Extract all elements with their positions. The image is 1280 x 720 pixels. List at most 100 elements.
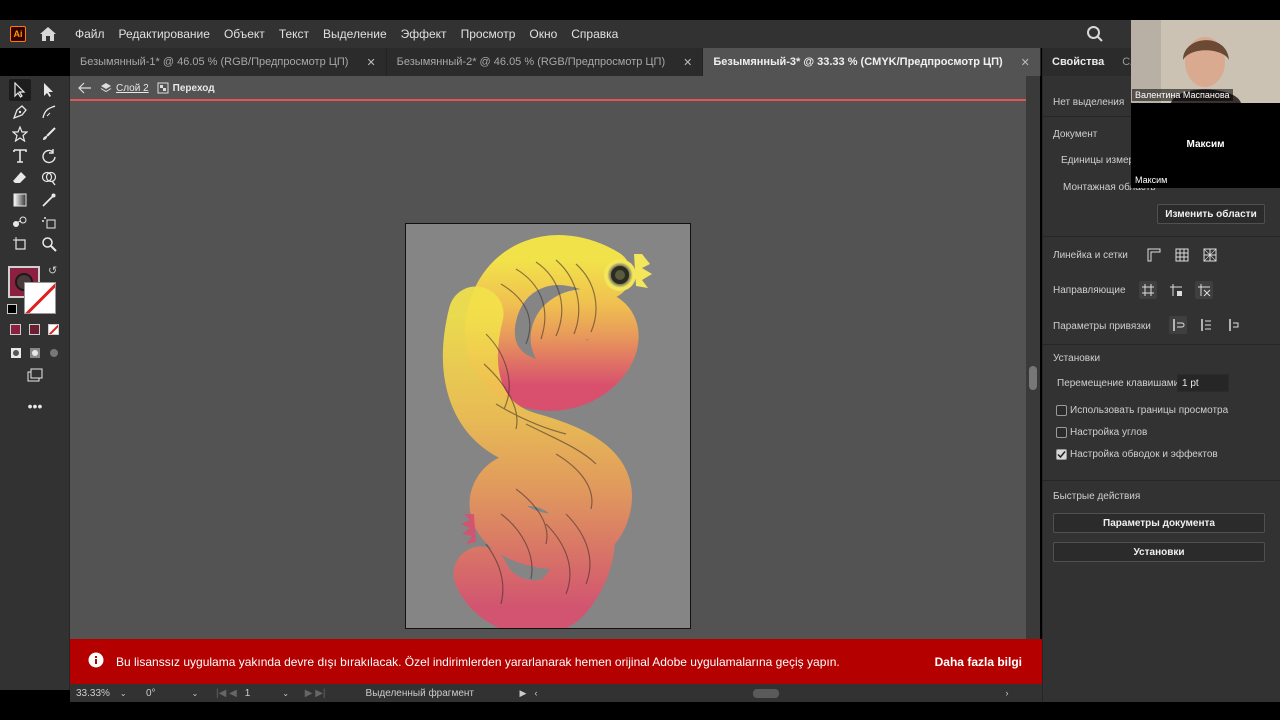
pixel-grid-icon[interactable] [1201,246,1219,264]
close-icon[interactable]: ✕ [683,56,692,69]
stroke-swatch[interactable] [24,282,56,314]
checkmark-icon [1057,451,1066,459]
pen-tool-icon[interactable] [9,101,31,123]
zoom-value: 33.33% [76,687,110,699]
window-top-bar [0,0,1280,20]
smart-guides-icon[interactable] [1195,281,1213,299]
gradient-mode-icon[interactable] [29,324,40,335]
rotate-tool-icon[interactable] [38,145,60,167]
show-guides-icon[interactable] [1139,281,1157,299]
banner-message: Bu lisanssız uygulama yakında devre dışı… [116,654,840,669]
close-icon[interactable]: ✕ [1021,56,1030,69]
menu-help[interactable]: Справка [564,20,625,48]
participant-2-name: Максим [1186,139,1225,150]
first-artboard-icon[interactable]: |◀ ◀ [216,688,237,699]
video-tile-participant-2: Максим Максим [1131,103,1280,188]
snap-to-pixel-icon[interactable] [1225,316,1243,334]
menu-select[interactable]: Выделение [316,20,394,48]
snap-to-grid-icon[interactable] [1197,316,1215,334]
app-logo: Ai [10,26,26,42]
back-arrow-icon[interactable] [78,82,92,94]
rotation-field[interactable]: 0° ⌄ [146,688,206,699]
breadcrumb-layer[interactable]: Слой 2 [100,82,149,94]
menu-window[interactable]: Окно [522,20,564,48]
type-tool-icon[interactable] [9,145,31,167]
home-icon[interactable] [38,24,58,44]
direct-selection-tool-icon[interactable] [38,79,60,101]
none-mode-icon[interactable] [48,324,59,335]
status-menu-arrow-icon[interactable]: ▶ [520,688,527,699]
edit-artboards-button[interactable]: Изменить области [1157,204,1265,224]
menu-effect[interactable]: Эффект [394,20,454,48]
color-mode-icon[interactable] [10,324,21,335]
horizontal-scroll-thumb[interactable] [753,688,780,698]
zoom-field[interactable]: 33.33% ⌄ [76,688,138,699]
rotation-value: 0° [146,687,156,699]
keyboard-increment-input[interactable]: 1 pt [1177,374,1229,392]
blend-artwork[interactable] [406,224,691,629]
blend-tool-icon[interactable] [9,211,31,233]
scroll-right-icon[interactable]: › [1005,688,1008,698]
learn-more-link[interactable]: Daha fazla bilgi [935,655,1022,669]
default-colors-icon[interactable] [7,304,17,314]
tab-document-2[interactable]: Безымянный-2* @ 46.05 % (RGB/Предпросмот… [386,48,704,76]
last-artboard-icon[interactable]: ▶ ▶| [305,688,326,699]
curvature-tool-icon[interactable] [38,101,60,123]
isolation-breadcrumb: Слой 2 Переход [70,76,1026,101]
scale-strokes-checkbox[interactable] [1056,449,1067,460]
preferences-button[interactable]: Установки [1053,542,1265,562]
menu-edit[interactable]: Редактирование [112,20,217,48]
layers-icon [100,83,112,93]
participant-2-label: Максим [1135,175,1168,185]
vertical-scrollbar[interactable] [1026,76,1040,639]
menu-file[interactable]: Файл [68,20,112,48]
menu-view[interactable]: Просмотр [454,20,523,48]
chevron-down-icon[interactable]: ⌄ [192,689,199,698]
no-selection-label: Нет выделения [1053,97,1125,108]
divider [1043,344,1280,345]
menu-type[interactable]: Текст [272,20,316,48]
search-icon[interactable] [1086,25,1104,46]
use-preview-bounds-checkbox[interactable] [1056,405,1067,416]
scrollbar-thumb[interactable] [1029,366,1037,390]
gradient-tool-icon[interactable] [9,189,31,211]
eyedropper-tool-icon[interactable] [38,189,60,211]
grid-icon[interactable] [1173,246,1191,264]
selection-tool-icon[interactable] [9,79,31,101]
artboard-tool-icon[interactable] [9,233,31,255]
close-icon[interactable]: ✕ [366,56,375,69]
swap-fill-stroke-icon[interactable]: ↺ [48,264,57,277]
canvas[interactable] [70,101,1026,639]
guides-label: Направляющие [1053,285,1126,296]
artboard[interactable] [405,223,691,629]
eraser-tool-icon[interactable] [9,167,31,189]
symbol-sprayer-tool-icon[interactable] [38,211,60,233]
snap-to-point-icon[interactable] [1169,316,1187,334]
breadcrumb-group[interactable]: Переход [157,82,215,94]
chevron-down-icon[interactable]: ⌄ [120,689,127,698]
scale-corners-label: Настройка углов [1070,427,1148,438]
scale-corners-checkbox[interactable] [1056,427,1067,438]
tab-properties[interactable]: Свойства [1043,48,1113,76]
scroll-left-icon[interactable]: ‹ [534,688,537,698]
tab-document-1[interactable]: Безымянный-1* @ 46.05 % (RGB/Предпросмот… [70,48,387,76]
document-setup-button[interactable]: Параметры документа [1053,513,1265,533]
chevron-down-icon[interactable]: ⌄ [282,689,289,698]
zoom-tool-icon[interactable] [38,233,60,255]
tab-document-3[interactable]: Безымянный-3* @ 33.33 % (CMYK/Предпросмо… [703,48,1041,76]
star-tool-icon[interactable] [9,123,31,145]
shape-builder-tool-icon[interactable] [38,167,60,189]
more-tools-icon[interactable]: ••• [24,395,46,417]
lock-guides-icon[interactable] [1167,281,1185,299]
menu-object[interactable]: Объект [217,20,272,48]
artboard-number-field[interactable]: 1 ⌄ [245,688,295,699]
menu-bar: Ai Файл Редактирование Объект Текст Выде… [0,20,1280,48]
screen-mode-icon[interactable] [24,365,46,387]
draw-inside-icon[interactable] [43,342,65,364]
ruler-icon[interactable] [1145,246,1163,264]
paintbrush-tool-icon[interactable] [38,123,60,145]
tab-label: Безымянный-1* @ 46.05 % (RGB/Предпросмот… [80,56,349,68]
document-tabs: Безымянный-1* @ 46.05 % (RGB/Предпросмот… [70,48,1041,76]
use-preview-bounds-label: Использовать границы просмотра [1070,405,1229,416]
divider [1043,236,1280,237]
